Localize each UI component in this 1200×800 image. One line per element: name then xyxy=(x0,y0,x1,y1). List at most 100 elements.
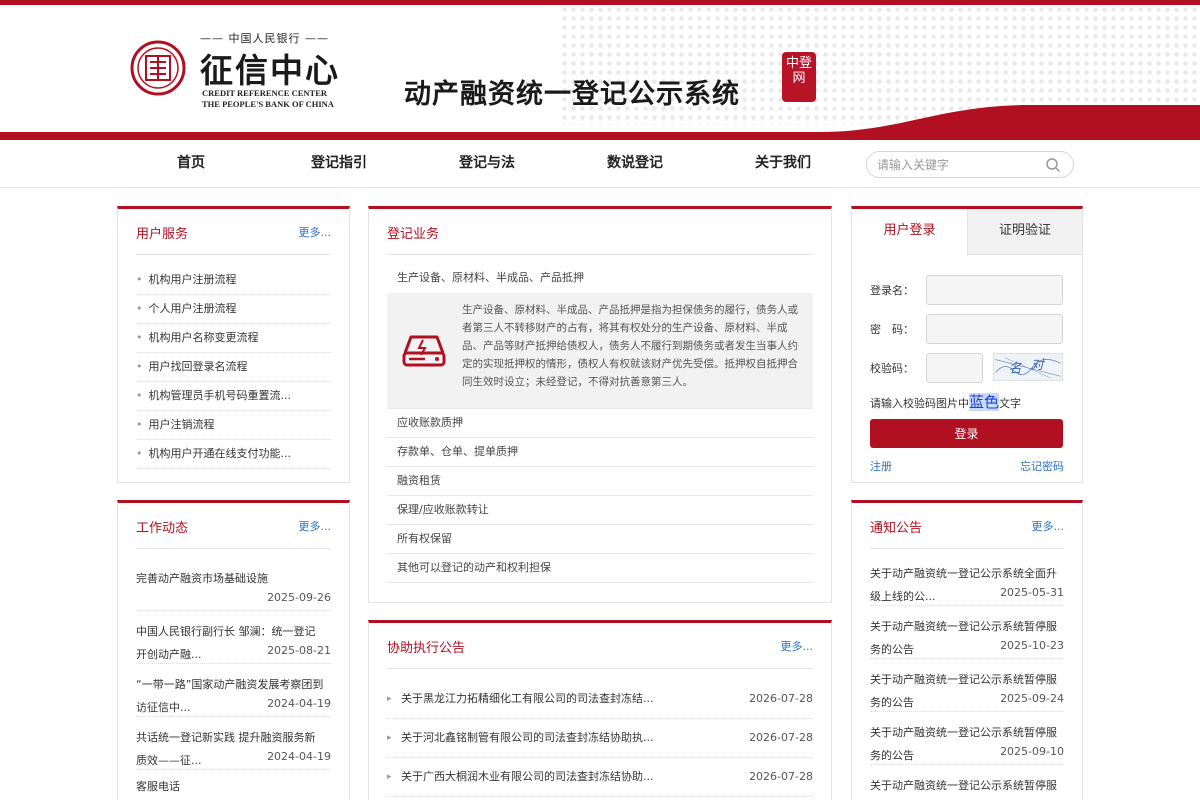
username-row: 登录名： xyxy=(870,275,1064,305)
news-item[interactable]: 完善动产融资市场基础设施 2025-09-26 xyxy=(136,558,331,611)
news-item[interactable]: “一带一路”国家动产融资发展考察团到访征信中... 2024-04-19 xyxy=(136,664,331,717)
tab-user-login[interactable]: 用户登录 xyxy=(852,209,967,255)
work-news-panel: 工作动态 更多... 完善动产融资市场基础设施 2025-09-26 中国人民银… xyxy=(117,500,350,800)
captcha-label: 校验码： xyxy=(870,362,914,375)
category-item[interactable]: 应收账款质押 xyxy=(387,409,813,438)
news-item[interactable]: 中国人民银行副行长 邹澜：统一登记开创动产融... 2025-08-21 xyxy=(136,611,331,664)
system-title: 动产融资统一登记公示系统 xyxy=(404,79,740,110)
register-link[interactable]: 注册 xyxy=(870,458,892,474)
announcement-item[interactable]: 关于动产融资统一登记公示系统暂停服 xyxy=(870,765,1064,800)
news-date: 2025-08-21 xyxy=(267,644,331,657)
category-item-equipment-mortgage[interactable]: 生产设备、原材料、半成品、产品抵押 xyxy=(387,264,813,293)
more-link[interactable]: 更多... xyxy=(1032,518,1065,534)
list-item[interactable]: 机构管理员手机号码重置流... xyxy=(136,382,331,411)
category-item[interactable]: 融资租赁 xyxy=(387,467,813,496)
user-service-list: 机构用户注册流程 个人用户注册流程 机构用户名称变更流程 用户找回登录名流程 机… xyxy=(136,266,331,469)
list-item[interactable]: 机构用户注册流程 xyxy=(136,266,331,295)
notice-title: 关于河北鑫铭制管有限公司的司法查封冻结协助执... xyxy=(401,731,654,744)
announcement-item[interactable]: 关于动产融资统一登记公示系统全面升级上线的公... 2025-05-31 xyxy=(870,553,1064,606)
news-title: 完善动产融资市场基础设施 xyxy=(136,572,268,585)
list-item[interactable]: 用户找回登录名流程 xyxy=(136,353,331,382)
panel-title: 通知公告 xyxy=(870,521,923,536)
forgot-password-link[interactable]: 忘记密码 xyxy=(1020,458,1064,474)
user-service-panel: 用户服务 更多... 机构用户注册流程 个人用户注册流程 机构用户名称变更流程 … xyxy=(117,206,350,483)
news-title: 中国人民银行副行长 邹澜：统一登记开创动产融... xyxy=(136,625,316,661)
notice-date: 2026-07-28 xyxy=(749,731,813,744)
captcha-row: 校验码： 名 对 xyxy=(870,353,1064,383)
work-news-list: 完善动产融资市场基础设施 2025-09-26 中国人民银行副行长 邹澜：统一登… xyxy=(136,558,331,794)
announcement-item[interactable]: 关于动产融资统一登记公示系统暂停服务的公告 2025-09-10 xyxy=(870,712,1064,765)
category-item[interactable]: 保理/应收账款转让 xyxy=(387,496,813,525)
category-detail: 生产设备、原材料、半成品、产品抵押是指为担保债务的履行，债务人或者第三人不转移财… xyxy=(387,293,813,409)
announcements-panel: 通知公告 更多... 关于动产融资统一登记公示系统全面升级上线的公... 202… xyxy=(851,500,1083,800)
nav-data-stats[interactable]: 数说登记 xyxy=(585,140,685,188)
login-button[interactable]: 登录 xyxy=(870,419,1063,448)
announcement-title: 关于动产融资统一登记公示系统暂停服务的公告 xyxy=(870,726,1057,762)
nav-registration-guide[interactable]: 登记指引 xyxy=(289,140,389,188)
nav-about-us[interactable]: 关于我们 xyxy=(733,140,833,188)
password-label: 密 码： xyxy=(870,323,914,336)
more-link[interactable]: 更多... xyxy=(781,638,814,654)
announcement-item[interactable]: 关于动产融资统一登记公示系统暂停服务的公告 2025-10-23 xyxy=(870,606,1064,659)
hint-suffix: 文字 xyxy=(999,397,1022,410)
arrow-right-icon: ▸ xyxy=(387,694,392,704)
announcement-title: 关于动产融资统一登记公示系统全面升级上线的公... xyxy=(870,567,1057,603)
zhongdengwang-stamp: 中登网 xyxy=(782,52,816,102)
announcement-date: 2025-05-31 xyxy=(1000,586,1064,599)
notice-item[interactable]: ▸ 关于黑龙江力拓精细化工有限公司的司法查封冻结... 2026-07-28 xyxy=(387,680,813,719)
username-input[interactable] xyxy=(926,275,1063,305)
search-icon[interactable] xyxy=(1045,157,1061,173)
notice-item[interactable]: ▸ 关于广西大桐润木业有限公司的司法查封冻结协助... 2026-07-28 xyxy=(387,758,813,797)
more-link[interactable]: 更多... xyxy=(299,224,332,240)
category-item[interactable]: 存款单、仓单、提单质押 xyxy=(387,438,813,467)
announcement-item[interactable]: 关于动产融资统一登记公示系统暂停服务的公告 2025-09-24 xyxy=(870,659,1064,712)
registration-category-list: 生产设备、原材料、半成品、产品抵押 生产设备、原材料、半成品、产品抵押是指为担保… xyxy=(387,264,813,583)
panel-header: 协助执行公告 更多... xyxy=(387,623,813,669)
main-nav: 首页 登记指引 登记与法 数说登记 关于我们 xyxy=(0,140,1200,188)
news-date: 2024-04-19 xyxy=(267,697,331,710)
panel-header: 通知公告 更多... xyxy=(870,503,1064,549)
password-row: 密 码： xyxy=(870,314,1064,344)
svg-text:对: 对 xyxy=(1031,358,1046,373)
hint-prefix: 请输入校验码图片中 xyxy=(870,397,969,410)
panel-title: 用户服务 xyxy=(136,227,189,242)
announcement-title: 关于动产融资统一登记公示系统暂停服务的公告 xyxy=(870,620,1057,656)
list-item[interactable]: 机构用户开通在线支付功能... xyxy=(136,440,331,469)
nav-registration-law[interactable]: 登记与法 xyxy=(437,140,537,188)
nav-home[interactable]: 首页 xyxy=(141,140,241,188)
tab-certificate-verify[interactable]: 证明验证 xyxy=(967,209,1082,255)
list-item[interactable]: 用户注销流程 xyxy=(136,411,331,440)
more-link[interactable]: 更多... xyxy=(299,518,332,534)
username-label: 登录名： xyxy=(870,284,914,297)
credit-center-seal-icon xyxy=(130,40,186,96)
notice-item[interactable]: ▸ 关于河北鑫铭制管有限公司的司法查封冻结协助执... 2026-07-28 xyxy=(387,719,813,758)
list-item[interactable]: 个人用户注册流程 xyxy=(136,295,331,324)
news-title: “一带一路”国家动产融资发展考察团到访征信中... xyxy=(136,678,324,714)
list-item[interactable]: 机构用户名称变更流程 xyxy=(136,324,331,353)
announcement-title: 关于动产融资统一登记公示系统暂停服务的公告 xyxy=(870,673,1057,709)
pbc-logo[interactable]: —— 中国人民银行 —— 征信中心 CREDIT REFERENCE CENTE… xyxy=(130,30,360,115)
news-title: 共话统一登记新实践 提升融资服务新质效——征... xyxy=(136,731,316,767)
panel-header: 工作动态 更多... xyxy=(136,503,331,549)
panel-title: 工作动态 xyxy=(136,521,189,536)
announcement-title: 关于动产融资统一登记公示系统暂停服 xyxy=(870,779,1057,792)
notice-date: 2026-07-28 xyxy=(749,770,813,783)
hard-drive-icon xyxy=(402,335,446,367)
captcha-hint: 请输入校验码图片中蓝色文字 xyxy=(870,391,1021,412)
notice-date: 2026-07-28 xyxy=(749,692,813,705)
news-date: 2025-09-26 xyxy=(267,591,331,604)
arrow-right-icon: ▸ xyxy=(387,772,392,782)
news-item[interactable]: 共话统一登记新实践 提升融资服务新质效——征... 2024-04-19 xyxy=(136,717,331,770)
captcha-input[interactable] xyxy=(926,353,983,383)
category-item[interactable]: 所有权保留 xyxy=(387,525,813,554)
captcha-image[interactable]: 名 对 xyxy=(993,353,1063,381)
panel-header: 登记业务 xyxy=(387,209,813,255)
category-item[interactable]: 其他可以登记的动产和权利担保 xyxy=(387,554,813,583)
notice-title: 关于广西大桐润木业有限公司的司法查封冻结协助... xyxy=(401,770,654,783)
panel-title: 登记业务 xyxy=(387,227,440,242)
search-input[interactable] xyxy=(877,155,1037,174)
password-input[interactable] xyxy=(926,314,1063,344)
announcement-date: 2025-10-23 xyxy=(1000,639,1064,652)
logo-title: 征信中心 xyxy=(200,51,340,90)
news-date: 2024-04-19 xyxy=(267,750,331,763)
